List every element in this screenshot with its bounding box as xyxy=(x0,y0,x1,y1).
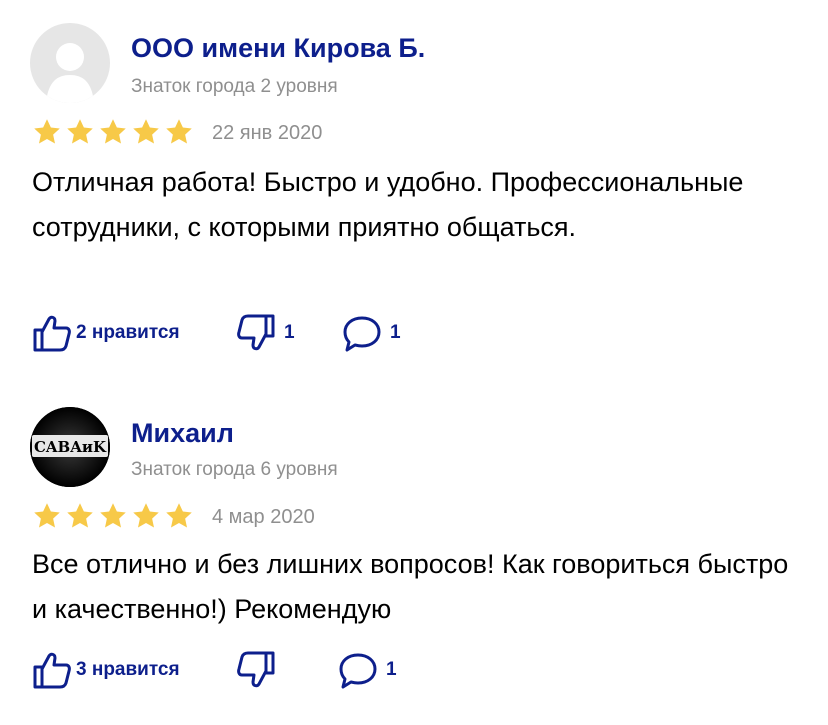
star-icon xyxy=(100,119,126,144)
rating-stars xyxy=(32,117,194,147)
review-text: Все отлично и без лишних вопросов! Как г… xyxy=(32,549,789,624)
dislike-count: 1 xyxy=(284,322,295,343)
comment-button[interactable]: 1 xyxy=(342,313,401,353)
star-icon xyxy=(34,119,60,144)
author-name[interactable]: ООО имени Кирова Б. xyxy=(131,33,425,64)
comment-count: 1 xyxy=(390,322,401,343)
star-icon xyxy=(133,503,159,528)
thumbs-down-icon xyxy=(237,314,275,351)
star-icon xyxy=(166,119,192,144)
comment-icon xyxy=(339,653,377,689)
like-count: 2 нравится xyxy=(76,322,180,343)
dislike-button[interactable] xyxy=(236,650,280,690)
author-name[interactable]: Михаил xyxy=(131,418,234,449)
review-date: 22 янв 2020 xyxy=(212,122,323,144)
thumbs-up-icon xyxy=(33,315,71,352)
star-icon xyxy=(133,119,159,144)
comment-button[interactable]: 1 xyxy=(338,650,397,690)
comment-count: 1 xyxy=(386,659,397,680)
avatar[interactable] xyxy=(30,23,110,103)
rating-stars xyxy=(32,501,194,531)
review-text: Отличная работа! Быстро и удобно. Профес… xyxy=(32,167,744,242)
avatar[interactable]: CABAиK xyxy=(30,407,110,487)
author-level: Знаток города 2 уровня xyxy=(131,76,338,97)
star-icon xyxy=(166,503,192,528)
like-button[interactable]: 2 нравится xyxy=(32,313,180,353)
comment-icon xyxy=(343,316,381,352)
like-count: 3 нравится xyxy=(76,659,180,680)
brand-logo: CABAиK xyxy=(30,407,110,487)
star-icon xyxy=(100,503,126,528)
star-icon xyxy=(34,503,60,528)
thumbs-up-icon xyxy=(33,652,71,689)
star-icon xyxy=(67,503,93,528)
svg-text:CABAиK: CABAиK xyxy=(34,438,107,456)
user-silhouette-icon xyxy=(46,43,94,103)
review-date: 4 мар 2020 xyxy=(212,506,315,528)
author-level: Знаток города 6 уровня xyxy=(131,459,338,480)
thumbs-down-icon xyxy=(237,651,275,688)
dislike-button[interactable]: 1 xyxy=(236,313,295,353)
star-icon xyxy=(67,119,93,144)
like-button[interactable]: 3 нравится xyxy=(32,650,180,690)
